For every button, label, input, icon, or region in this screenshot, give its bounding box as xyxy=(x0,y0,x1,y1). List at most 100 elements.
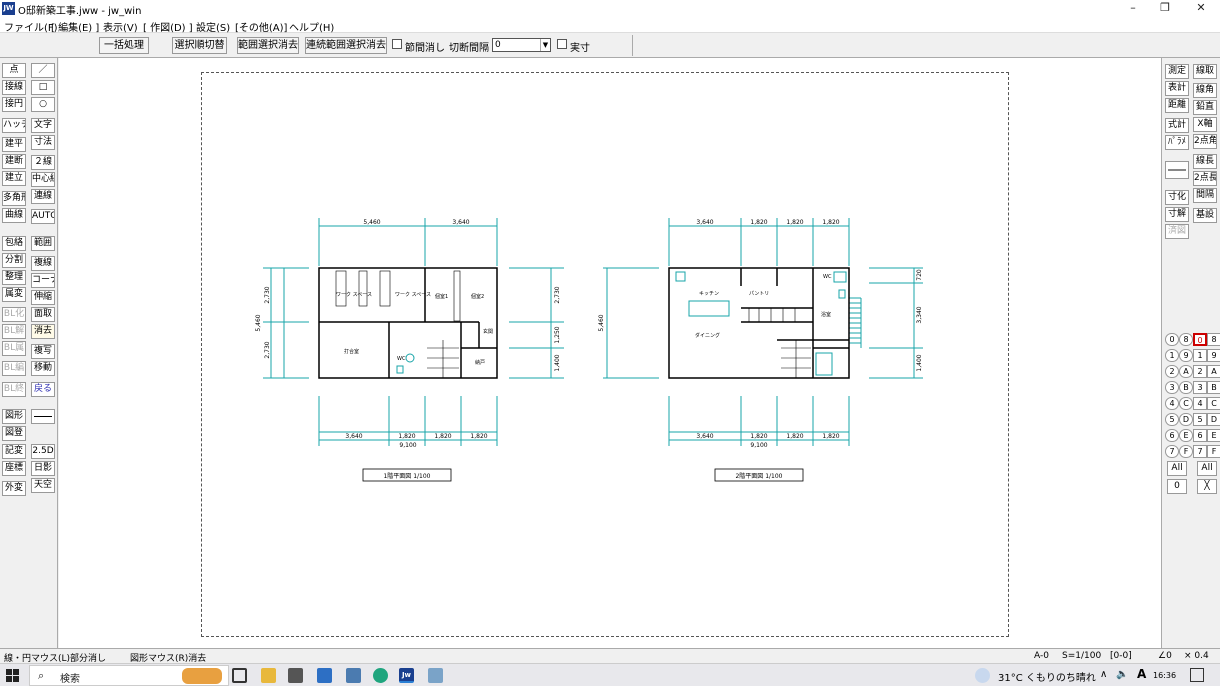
tool-dim-convert[interactable]: 寸化 xyxy=(1165,190,1189,205)
edge-icon[interactable] xyxy=(373,668,388,683)
layer-group-5[interactable]: 5 xyxy=(1165,413,1179,426)
layer-7[interactable]: 7 xyxy=(1193,445,1207,458)
tool-envelope[interactable]: 包絡 xyxy=(2,236,26,251)
tool-external-change[interactable]: 外変 xyxy=(2,481,26,496)
layer-group-7[interactable]: 7 xyxy=(1165,445,1179,458)
layer-group-c[interactable]: C xyxy=(1179,397,1193,410)
tool-chamfer[interactable]: 面取 xyxy=(31,307,55,322)
notification-icon[interactable] xyxy=(1190,668,1204,682)
clock-time[interactable]: 16:36 xyxy=(1153,671,1176,680)
layer-0[interactable]: 0 xyxy=(1193,333,1207,346)
layer-c[interactable]: C xyxy=(1207,397,1220,410)
mail-icon[interactable] xyxy=(317,668,332,683)
tool-circle[interactable]: ○ xyxy=(31,97,55,112)
layer-5[interactable]: 5 xyxy=(1193,413,1207,426)
tool-block-create[interactable]: BL化 xyxy=(2,307,26,322)
tool-parametric[interactable]: ﾊﾟﾗﾒ xyxy=(1165,135,1189,150)
weather-icon[interactable] xyxy=(975,668,990,683)
tool-move[interactable]: 移動 xyxy=(31,361,55,376)
range-clear-button[interactable]: 範囲選択消去 xyxy=(237,37,299,54)
tool-connect-line[interactable]: 連線 xyxy=(31,189,55,204)
line-color-preview[interactable] xyxy=(1165,161,1189,179)
app-icon[interactable] xyxy=(428,668,443,683)
layer-group-b[interactable]: B xyxy=(1179,381,1193,394)
maximize-button[interactable]: ❐ xyxy=(1150,1,1180,14)
status-angle[interactable]: ∠0 xyxy=(1158,651,1172,661)
tool-base-setting[interactable]: 基設 xyxy=(1193,208,1217,223)
tool-hatch[interactable]: ハッチ xyxy=(2,118,26,133)
select-order-button[interactable]: 選択順切替 xyxy=(172,37,227,54)
tool-2pt-angle[interactable]: 2点角 xyxy=(1193,134,1217,149)
tool-dimension[interactable]: 寸法 xyxy=(31,135,55,150)
menu-view[interactable]: 表示(V) xyxy=(103,19,138,34)
layer-group-2[interactable]: 2 xyxy=(1165,365,1179,378)
tool-sun-shadow[interactable]: 日影 xyxy=(31,461,55,476)
tool-arch-plan[interactable]: 建平 xyxy=(2,137,26,152)
status-zoom[interactable]: × 0.4 xyxy=(1184,651,1209,661)
tool-block-release[interactable]: BL解 xyxy=(2,324,26,339)
menu-edit[interactable]: [ 編集(E) ] xyxy=(51,19,99,34)
node-clear-checkbox[interactable] xyxy=(392,39,402,49)
tool-2pt-length[interactable]: 2点長 xyxy=(1193,171,1217,186)
tool-figure-register[interactable]: 図登 xyxy=(2,426,26,441)
layer-4[interactable]: 4 xyxy=(1193,397,1207,410)
tool-divide[interactable]: 分割 xyxy=(2,253,26,268)
status-layer[interactable]: A-0 xyxy=(1034,651,1049,661)
tool-stretch[interactable]: 伸縮 xyxy=(31,290,55,305)
layer-1[interactable]: 1 xyxy=(1193,349,1207,362)
tool-line-take[interactable]: 線取 xyxy=(1193,64,1217,79)
tool-organize[interactable]: 整理 xyxy=(2,270,26,285)
tool-block-edit[interactable]: BL編 xyxy=(2,361,26,376)
layer-group-0[interactable]: 0 xyxy=(1165,333,1179,346)
tool-attr-change[interactable]: 属変 xyxy=(2,287,26,302)
menu-file[interactable]: ファイル(F) xyxy=(4,19,58,34)
tool-distance[interactable]: 距離 xyxy=(1165,98,1189,113)
layer-close-button[interactable]: ╳ xyxy=(1197,479,1217,494)
layer-a[interactable]: A xyxy=(1207,365,1220,378)
tool-text[interactable]: 文字 xyxy=(31,118,55,133)
tool-range[interactable]: 範囲 xyxy=(31,236,55,251)
tool-2-5d[interactable]: 2.5D xyxy=(31,444,55,459)
layer-all[interactable]: All xyxy=(1197,461,1217,476)
notepad-icon[interactable] xyxy=(346,668,361,683)
continuous-clear-button[interactable]: 連続範囲選択消去 xyxy=(305,37,387,54)
layer-group-3[interactable]: 3 xyxy=(1165,381,1179,394)
close-button[interactable]: ✕ xyxy=(1186,1,1216,14)
task-view-icon[interactable] xyxy=(232,668,247,683)
windows-start-icon[interactable] xyxy=(6,669,19,682)
tool-tangent-circle[interactable]: 接円 xyxy=(2,97,26,112)
tool-done-figure[interactable]: 済図 xyxy=(1165,224,1189,239)
tool-erase[interactable]: 消去 xyxy=(31,324,55,339)
cut-interval-select[interactable]: 0 ▼ xyxy=(492,38,551,52)
tool-line-length[interactable]: 線長 xyxy=(1193,154,1217,169)
tool-auto[interactable]: AUTO xyxy=(31,209,55,224)
minimize-button[interactable]: – xyxy=(1118,1,1148,14)
tool-sky[interactable]: 天空 xyxy=(31,478,55,493)
weather-text[interactable]: 31°C くもりのち晴れ xyxy=(998,669,1096,684)
layer-group-6[interactable]: 6 xyxy=(1165,429,1179,442)
tool-undo[interactable]: 戻る xyxy=(31,382,55,397)
tool-centerline[interactable]: 中心線 xyxy=(31,172,55,187)
layer-f[interactable]: F xyxy=(1207,445,1220,458)
tool-point[interactable]: 点 xyxy=(2,63,26,78)
layer-2[interactable]: 2 xyxy=(1193,365,1207,378)
tool-offset[interactable]: 複線 xyxy=(31,256,55,271)
menu-other[interactable]: [その他(A)] xyxy=(235,19,287,34)
menu-help[interactable]: ヘルプ(H) xyxy=(289,19,334,34)
tool-double-line[interactable]: ２線 xyxy=(31,155,55,170)
chevron-down-icon[interactable]: ▼ xyxy=(540,39,550,51)
status-group[interactable]: [0-0] xyxy=(1110,651,1132,661)
tool-line[interactable]: ／ xyxy=(31,63,55,78)
layer-6[interactable]: 6 xyxy=(1193,429,1207,442)
tray-chevron-icon[interactable]: ∧ xyxy=(1100,669,1107,680)
tool-record-change[interactable]: 記変 xyxy=(2,444,26,459)
menu-settings[interactable]: 設定(S) xyxy=(196,19,230,34)
layer-3[interactable]: 3 xyxy=(1193,381,1207,394)
drawing-canvas[interactable]: ワーク スペース ワーク スペース 個室1 個室2 打合室 WC 玄関 納戸 5… xyxy=(59,58,1161,648)
layer-b[interactable]: B xyxy=(1207,381,1220,394)
layer-group-d[interactable]: D xyxy=(1179,413,1193,426)
line-type-selector[interactable] xyxy=(31,409,55,424)
layer-group-a[interactable]: A xyxy=(1179,365,1193,378)
explorer-icon[interactable] xyxy=(261,668,276,683)
tool-arch-elevation[interactable]: 建立 xyxy=(2,171,26,186)
